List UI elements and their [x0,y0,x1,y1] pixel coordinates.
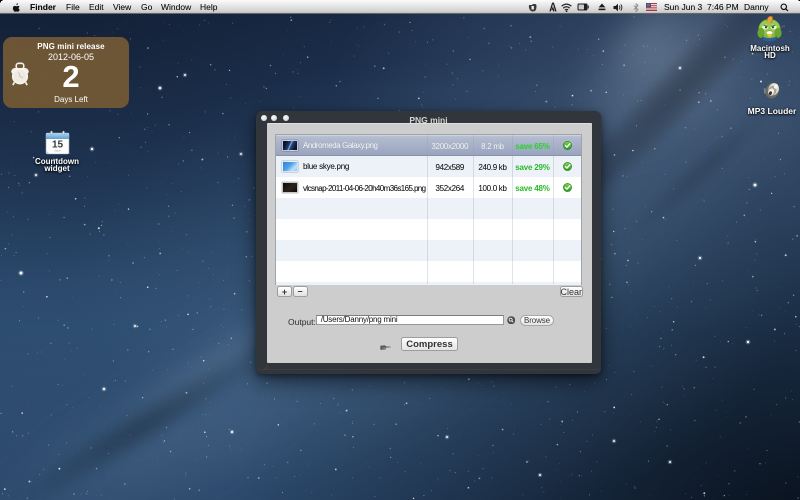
svg-text:June: June [54,149,61,153]
